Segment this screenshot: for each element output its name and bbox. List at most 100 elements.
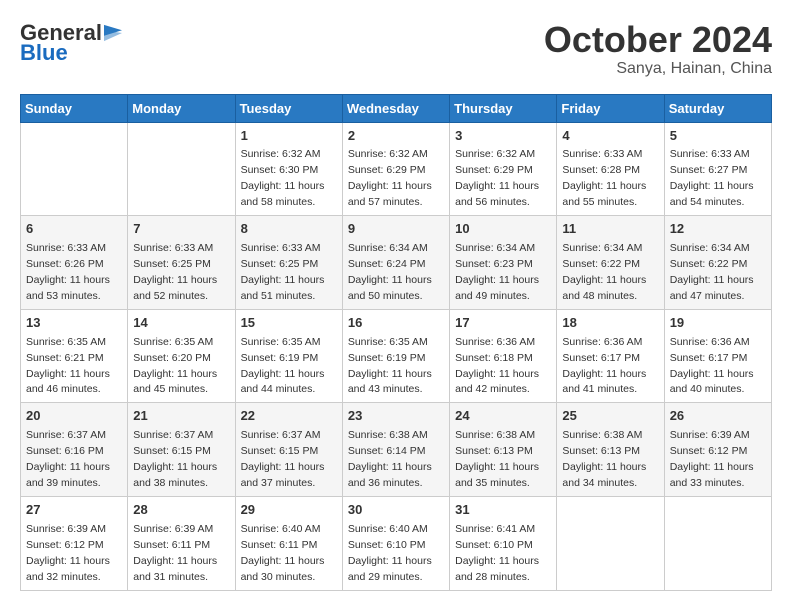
calendar-day-cell: 15 Sunrise: 6:35 AMSunset: 6:19 PMDayligh…: [235, 309, 342, 403]
day-number: 5: [670, 127, 766, 146]
day-info: Sunrise: 6:32 AMSunset: 6:30 PMDaylight:…: [241, 148, 325, 208]
weekday-header-row: SundayMondayTuesdayWednesdayThursdayFrid…: [21, 94, 772, 122]
calendar-day-cell: 8 Sunrise: 6:33 AMSunset: 6:25 PMDaylight…: [235, 216, 342, 310]
calendar-day-cell: 13Sunrise: 6:35 AMSunset: 6:21 PMDayligh…: [21, 309, 128, 403]
calendar-day-cell: 20 Sunrise: 6:37 AMSunset: 6:16 PMDayligh…: [21, 403, 128, 497]
day-info: Sunrise: 6:37 AMSunset: 6:16 PMDaylight:…: [26, 429, 110, 489]
day-number: 6: [26, 220, 122, 239]
day-info: Sunrise: 6:33 AMSunset: 6:28 PMDaylight:…: [562, 148, 646, 208]
day-number: 25: [562, 407, 658, 426]
day-number: 2: [348, 127, 444, 146]
logo-flag-icon: [104, 24, 122, 42]
day-info: Sunrise: 6:41 AMSunset: 6:10 PMDaylight:…: [455, 523, 539, 583]
calendar-day-cell: 29 Sunrise: 6:40 AMSunset: 6:11 PMDayligh…: [235, 496, 342, 590]
day-number: 11: [562, 220, 658, 239]
day-info: Sunrise: 6:34 AMSunset: 6:22 PMDaylight:…: [562, 242, 646, 302]
day-number: 13: [26, 314, 122, 333]
month-year-heading: October 2024: [544, 20, 772, 60]
calendar-day-cell: 17 Sunrise: 6:36 AMSunset: 6:18 PMDayligh…: [450, 309, 557, 403]
logo-blue-text: Blue: [20, 40, 68, 66]
calendar-day-cell: 4Sunrise: 6:33 AMSunset: 6:28 PMDaylight…: [557, 122, 664, 216]
day-number: 24: [455, 407, 551, 426]
weekday-header-cell: Friday: [557, 94, 664, 122]
day-number: 29: [241, 501, 337, 520]
day-info: Sunrise: 6:32 AMSunset: 6:29 PMDaylight:…: [348, 148, 432, 208]
day-number: 9: [348, 220, 444, 239]
calendar-week-row: 27Sunrise: 6:39 AMSunset: 6:12 PMDayligh…: [21, 496, 772, 590]
day-info: Sunrise: 6:39 AMSunset: 6:12 PMDaylight:…: [26, 523, 110, 583]
calendar-day-cell: [21, 122, 128, 216]
calendar-day-cell: 1 Sunrise: 6:32 AMSunset: 6:30 PMDaylight…: [235, 122, 342, 216]
day-info: Sunrise: 6:32 AMSunset: 6:29 PMDaylight:…: [455, 148, 539, 208]
weekday-header-cell: Monday: [128, 94, 235, 122]
calendar-day-cell: 18Sunrise: 6:36 AMSunset: 6:17 PMDayligh…: [557, 309, 664, 403]
calendar-day-cell: 25 Sunrise: 6:38 AMSunset: 6:13 PMDayligh…: [557, 403, 664, 497]
day-number: 21: [133, 407, 229, 426]
calendar-day-cell: 10Sunrise: 6:34 AMSunset: 6:23 PMDayligh…: [450, 216, 557, 310]
day-number: 23: [348, 407, 444, 426]
calendar-week-row: 13Sunrise: 6:35 AMSunset: 6:21 PMDayligh…: [21, 309, 772, 403]
location-heading: Sanya, Hainan, China: [544, 60, 772, 78]
calendar-day-cell: 12 Sunrise: 6:34 AMSunset: 6:22 PMDayligh…: [664, 216, 771, 310]
day-info: Sunrise: 6:37 AMSunset: 6:15 PMDaylight:…: [241, 429, 325, 489]
calendar-day-cell: 19Sunrise: 6:36 AMSunset: 6:17 PMDayligh…: [664, 309, 771, 403]
day-number: 16: [348, 314, 444, 333]
page-header: General Blue October 2024 Sanya, Hainan,…: [20, 20, 772, 78]
month-title-block: October 2024 Sanya, Hainan, China: [544, 20, 772, 78]
day-info: Sunrise: 6:40 AMSunset: 6:11 PMDaylight:…: [241, 523, 325, 583]
day-info: Sunrise: 6:34 AMSunset: 6:24 PMDaylight:…: [348, 242, 432, 302]
calendar-day-cell: 22 Sunrise: 6:37 AMSunset: 6:15 PMDayligh…: [235, 403, 342, 497]
calendar-day-cell: 11 Sunrise: 6:34 AMSunset: 6:22 PMDayligh…: [557, 216, 664, 310]
calendar-week-row: 20 Sunrise: 6:37 AMSunset: 6:16 PMDayligh…: [21, 403, 772, 497]
day-info: Sunrise: 6:38 AMSunset: 6:13 PMDaylight:…: [562, 429, 646, 489]
calendar-day-cell: [128, 122, 235, 216]
calendar-day-cell: [557, 496, 664, 590]
day-info: Sunrise: 6:36 AMSunset: 6:17 PMDaylight:…: [670, 336, 754, 396]
day-info: Sunrise: 6:35 AMSunset: 6:19 PMDaylight:…: [241, 336, 325, 396]
calendar-body: 1 Sunrise: 6:32 AMSunset: 6:30 PMDaylight…: [21, 122, 772, 590]
day-number: 26: [670, 407, 766, 426]
day-number: 3: [455, 127, 551, 146]
day-number: 20: [26, 407, 122, 426]
day-info: Sunrise: 6:33 AMSunset: 6:25 PMDaylight:…: [241, 242, 325, 302]
day-info: Sunrise: 6:35 AMSunset: 6:20 PMDaylight:…: [133, 336, 217, 396]
day-number: 1: [241, 127, 337, 146]
day-number: 18: [562, 314, 658, 333]
day-number: 22: [241, 407, 337, 426]
weekday-header-cell: Thursday: [450, 94, 557, 122]
calendar-day-cell: 26 Sunrise: 6:39 AMSunset: 6:12 PMDayligh…: [664, 403, 771, 497]
day-info: Sunrise: 6:39 AMSunset: 6:12 PMDaylight:…: [670, 429, 754, 489]
day-number: 28: [133, 501, 229, 520]
day-number: 30: [348, 501, 444, 520]
calendar-day-cell: 16Sunrise: 6:35 AMSunset: 6:19 PMDayligh…: [342, 309, 449, 403]
calendar-day-cell: 6 Sunrise: 6:33 AMSunset: 6:26 PMDaylight…: [21, 216, 128, 310]
calendar-day-cell: 31 Sunrise: 6:41 AMSunset: 6:10 PMDayligh…: [450, 496, 557, 590]
calendar-day-cell: 14Sunrise: 6:35 AMSunset: 6:20 PMDayligh…: [128, 309, 235, 403]
day-info: Sunrise: 6:33 AMSunset: 6:27 PMDaylight:…: [670, 148, 754, 208]
weekday-header-cell: Wednesday: [342, 94, 449, 122]
calendar-day-cell: 24Sunrise: 6:38 AMSunset: 6:13 PMDayligh…: [450, 403, 557, 497]
day-info: Sunrise: 6:36 AMSunset: 6:18 PMDaylight:…: [455, 336, 539, 396]
day-info: Sunrise: 6:34 AMSunset: 6:22 PMDaylight:…: [670, 242, 754, 302]
calendar-day-cell: [664, 496, 771, 590]
day-number: 17: [455, 314, 551, 333]
calendar-day-cell: 9 Sunrise: 6:34 AMSunset: 6:24 PMDaylight…: [342, 216, 449, 310]
calendar-day-cell: 30 Sunrise: 6:40 AMSunset: 6:10 PMDayligh…: [342, 496, 449, 590]
calendar-day-cell: 7Sunrise: 6:33 AMSunset: 6:25 PMDaylight…: [128, 216, 235, 310]
calendar-day-cell: 28Sunrise: 6:39 AMSunset: 6:11 PMDayligh…: [128, 496, 235, 590]
calendar-day-cell: 23Sunrise: 6:38 AMSunset: 6:14 PMDayligh…: [342, 403, 449, 497]
day-info: Sunrise: 6:37 AMSunset: 6:15 PMDaylight:…: [133, 429, 217, 489]
day-number: 12: [670, 220, 766, 239]
calendar-day-cell: 27Sunrise: 6:39 AMSunset: 6:12 PMDayligh…: [21, 496, 128, 590]
weekday-header-cell: Sunday: [21, 94, 128, 122]
day-number: 31: [455, 501, 551, 520]
day-info: Sunrise: 6:40 AMSunset: 6:10 PMDaylight:…: [348, 523, 432, 583]
day-number: 10: [455, 220, 551, 239]
calendar-day-cell: 5 Sunrise: 6:33 AMSunset: 6:27 PMDaylight…: [664, 122, 771, 216]
calendar-week-row: 6 Sunrise: 6:33 AMSunset: 6:26 PMDaylight…: [21, 216, 772, 310]
day-number: 15: [241, 314, 337, 333]
day-info: Sunrise: 6:33 AMSunset: 6:26 PMDaylight:…: [26, 242, 110, 302]
day-number: 8: [241, 220, 337, 239]
weekday-header-cell: Tuesday: [235, 94, 342, 122]
day-number: 7: [133, 220, 229, 239]
